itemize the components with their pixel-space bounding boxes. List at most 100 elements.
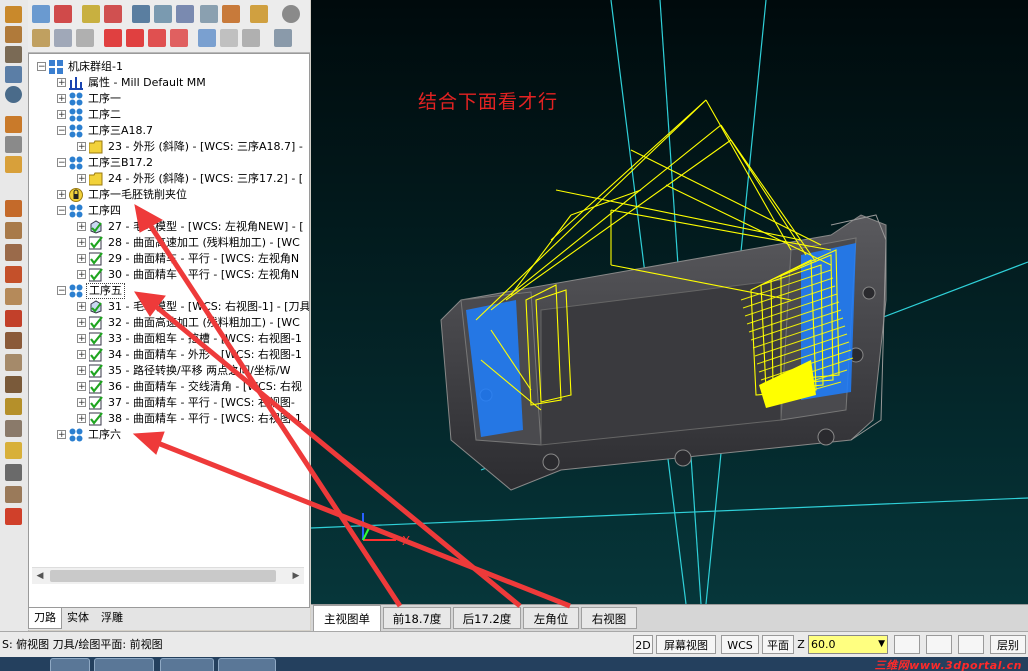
tab-back-17-2[interactable]: 后17.2度	[453, 607, 521, 629]
tab-solids[interactable]: 实体	[62, 608, 94, 628]
expand-icon[interactable]: +	[77, 382, 86, 392]
graphics-viewport[interactable]: X 结合下面看才行	[311, 0, 1028, 604]
deselect-icon[interactable]	[54, 5, 72, 23]
move-up-icon[interactable]	[126, 29, 144, 47]
toolpath-icon-2[interactable]	[5, 222, 22, 239]
wcs-button[interactable]: WCS	[721, 635, 759, 654]
expand-icon[interactable]: +	[77, 270, 86, 280]
select-mode-icon[interactable]	[198, 29, 216, 47]
toolpath-icon-8[interactable]	[5, 354, 22, 371]
stock-setup-icon[interactable]	[5, 46, 22, 63]
collapse-icon[interactable]: −	[57, 286, 66, 296]
screen-view-button[interactable]: 屏幕视图	[656, 635, 716, 654]
scroll-thumb[interactable]	[50, 570, 276, 582]
taskbar-app-icon[interactable]	[94, 658, 154, 671]
expand-icon[interactable]: +	[77, 302, 86, 312]
toggle-2d-button[interactable]: 2D	[633, 635, 653, 654]
expand-icon[interactable]: +	[57, 110, 66, 120]
toolpath-icon-5[interactable]	[5, 288, 22, 305]
tool-display-icon[interactable]	[220, 29, 238, 47]
expand-icon[interactable]: +	[77, 398, 86, 408]
scroll-right-icon[interactable]: ▶	[288, 568, 304, 584]
taskbar-app-icon[interactable]	[218, 658, 276, 671]
globe-icon[interactable]	[5, 86, 22, 103]
collapse-icon[interactable]: −	[37, 62, 46, 72]
toolpath-icon-1[interactable]	[5, 200, 22, 217]
regenerate-icon[interactable]	[82, 5, 100, 23]
annotation-text: 结合下面看才行	[418, 91, 559, 113]
taskbar-app-icon[interactable]	[50, 658, 90, 671]
scroll-left-icon[interactable]: ◀	[32, 568, 48, 584]
expand-icon[interactable]: +	[57, 78, 66, 88]
chart-icon[interactable]	[5, 156, 22, 173]
collapse-icon[interactable]: −	[57, 126, 66, 136]
expand-icon[interactable]: +	[77, 142, 86, 152]
expand-icon[interactable]: +	[77, 318, 86, 328]
expand-icon[interactable]: +	[77, 238, 86, 248]
g1-post-icon[interactable]	[200, 5, 218, 23]
checked-operation-icon	[88, 412, 103, 426]
highfeed-icon[interactable]	[250, 5, 268, 23]
expand-icon[interactable]: +	[57, 94, 66, 104]
move-down-icon[interactable]	[104, 29, 122, 47]
layer-button[interactable]: 层别	[990, 635, 1026, 654]
tool-holder-icon[interactable]	[242, 29, 260, 47]
expand-icon[interactable]: +	[57, 190, 66, 200]
z-depth-value: 60.0	[811, 638, 836, 651]
tab-toolpaths[interactable]: 刀路	[28, 608, 62, 629]
taskbar-app-icon[interactable]	[160, 658, 214, 671]
toolpath-icon-10[interactable]	[5, 398, 22, 415]
toolpath-icon-11[interactable]	[5, 420, 22, 437]
machine-group-icon[interactable]	[5, 26, 22, 43]
expand-icon[interactable]: +	[77, 414, 86, 424]
toolpath-icon-13[interactable]	[5, 464, 22, 481]
checked-operation-icon	[88, 364, 103, 378]
toolpath-icon-7[interactable]	[5, 332, 22, 349]
z-depth-input[interactable]: 60.0 ▼	[808, 635, 888, 654]
expand-icon[interactable]: +	[77, 366, 86, 376]
chevron-down-icon[interactable]: ▼	[878, 636, 885, 653]
toggle-post-icon[interactable]	[76, 29, 94, 47]
expand-icon[interactable]: +	[77, 222, 86, 232]
plane-button[interactable]: 平面	[762, 635, 794, 654]
tab-front-18-7[interactable]: 前18.7度	[383, 607, 451, 629]
toolpath-icon-14[interactable]	[5, 486, 22, 503]
expand-icon[interactable]: +	[77, 350, 86, 360]
surface-finish-icon[interactable]	[5, 136, 22, 153]
toolpath-icon-3[interactable]	[5, 244, 22, 261]
toolpath-icon-6[interactable]	[5, 310, 22, 327]
tool-manager-icon[interactable]	[5, 6, 22, 23]
scroll-icon[interactable]	[170, 29, 188, 47]
select-all-icon[interactable]	[32, 5, 50, 23]
solid-cube-icon[interactable]	[5, 508, 22, 525]
help-icon[interactable]	[282, 5, 300, 23]
surface-rough-icon[interactable]	[5, 116, 22, 133]
simulate-icon[interactable]	[176, 5, 194, 23]
post-icon[interactable]	[222, 5, 240, 23]
verify-icon[interactable]	[154, 5, 172, 23]
insert-arrow-icon[interactable]	[148, 29, 166, 47]
expand-icon[interactable]: +	[77, 254, 86, 264]
toolpath-icon-12[interactable]	[5, 442, 22, 459]
operations-icon[interactable]	[5, 66, 22, 83]
attribute-icon[interactable]	[958, 635, 984, 654]
color-icon[interactable]	[894, 635, 920, 654]
level-cube-icon[interactable]	[926, 635, 952, 654]
toolpath-icon-4[interactable]	[5, 266, 22, 283]
regenerate-dirty-icon[interactable]	[104, 5, 122, 23]
toggle-display-icon[interactable]	[54, 29, 72, 47]
expand-icon[interactable]: +	[77, 174, 86, 184]
tree-horizontal-scrollbar[interactable]: ◀ ▶	[32, 567, 304, 584]
tab-art[interactable]: 浮雕	[96, 608, 128, 628]
settings-icon[interactable]	[274, 29, 292, 47]
backplot-icon[interactable]	[132, 5, 150, 23]
tab-main-view[interactable]: 主视图单	[313, 605, 381, 631]
tab-left-corner[interactable]: 左角位	[523, 607, 579, 629]
lock-icon[interactable]	[32, 29, 50, 47]
collapse-icon[interactable]: −	[57, 206, 66, 216]
tab-right-view[interactable]: 右视图	[581, 607, 637, 629]
expand-icon[interactable]: +	[77, 334, 86, 344]
expand-icon[interactable]: +	[57, 430, 66, 440]
toolpath-icon-9[interactable]	[5, 376, 22, 393]
collapse-icon[interactable]: −	[57, 158, 66, 168]
